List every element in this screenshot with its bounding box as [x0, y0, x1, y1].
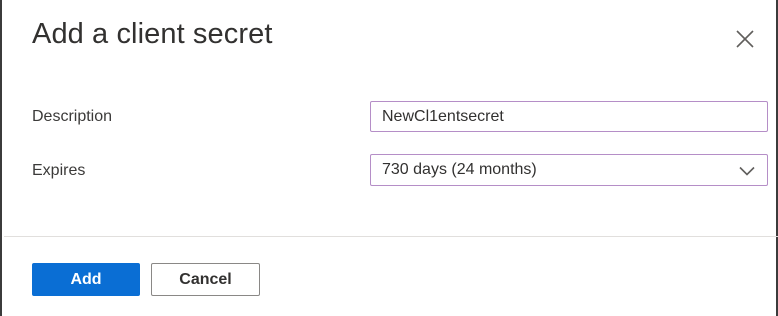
- chevron-down-icon: [739, 166, 755, 176]
- add-client-secret-dialog: Add a client secret Description Expires …: [0, 0, 778, 316]
- expires-selected-value: 730 days (24 months): [382, 161, 537, 178]
- add-button[interactable]: Add: [32, 263, 140, 296]
- description-label: Description: [32, 108, 113, 125]
- dialog-title: Add a client secret: [32, 18, 273, 50]
- footer-divider: [4, 236, 778, 237]
- close-icon: [736, 30, 754, 48]
- expires-dropdown[interactable]: 730 days (24 months): [370, 154, 768, 186]
- expires-label: Expires: [32, 162, 86, 179]
- description-input[interactable]: [370, 101, 768, 132]
- close-button[interactable]: [734, 28, 756, 50]
- cancel-button[interactable]: Cancel: [151, 263, 260, 296]
